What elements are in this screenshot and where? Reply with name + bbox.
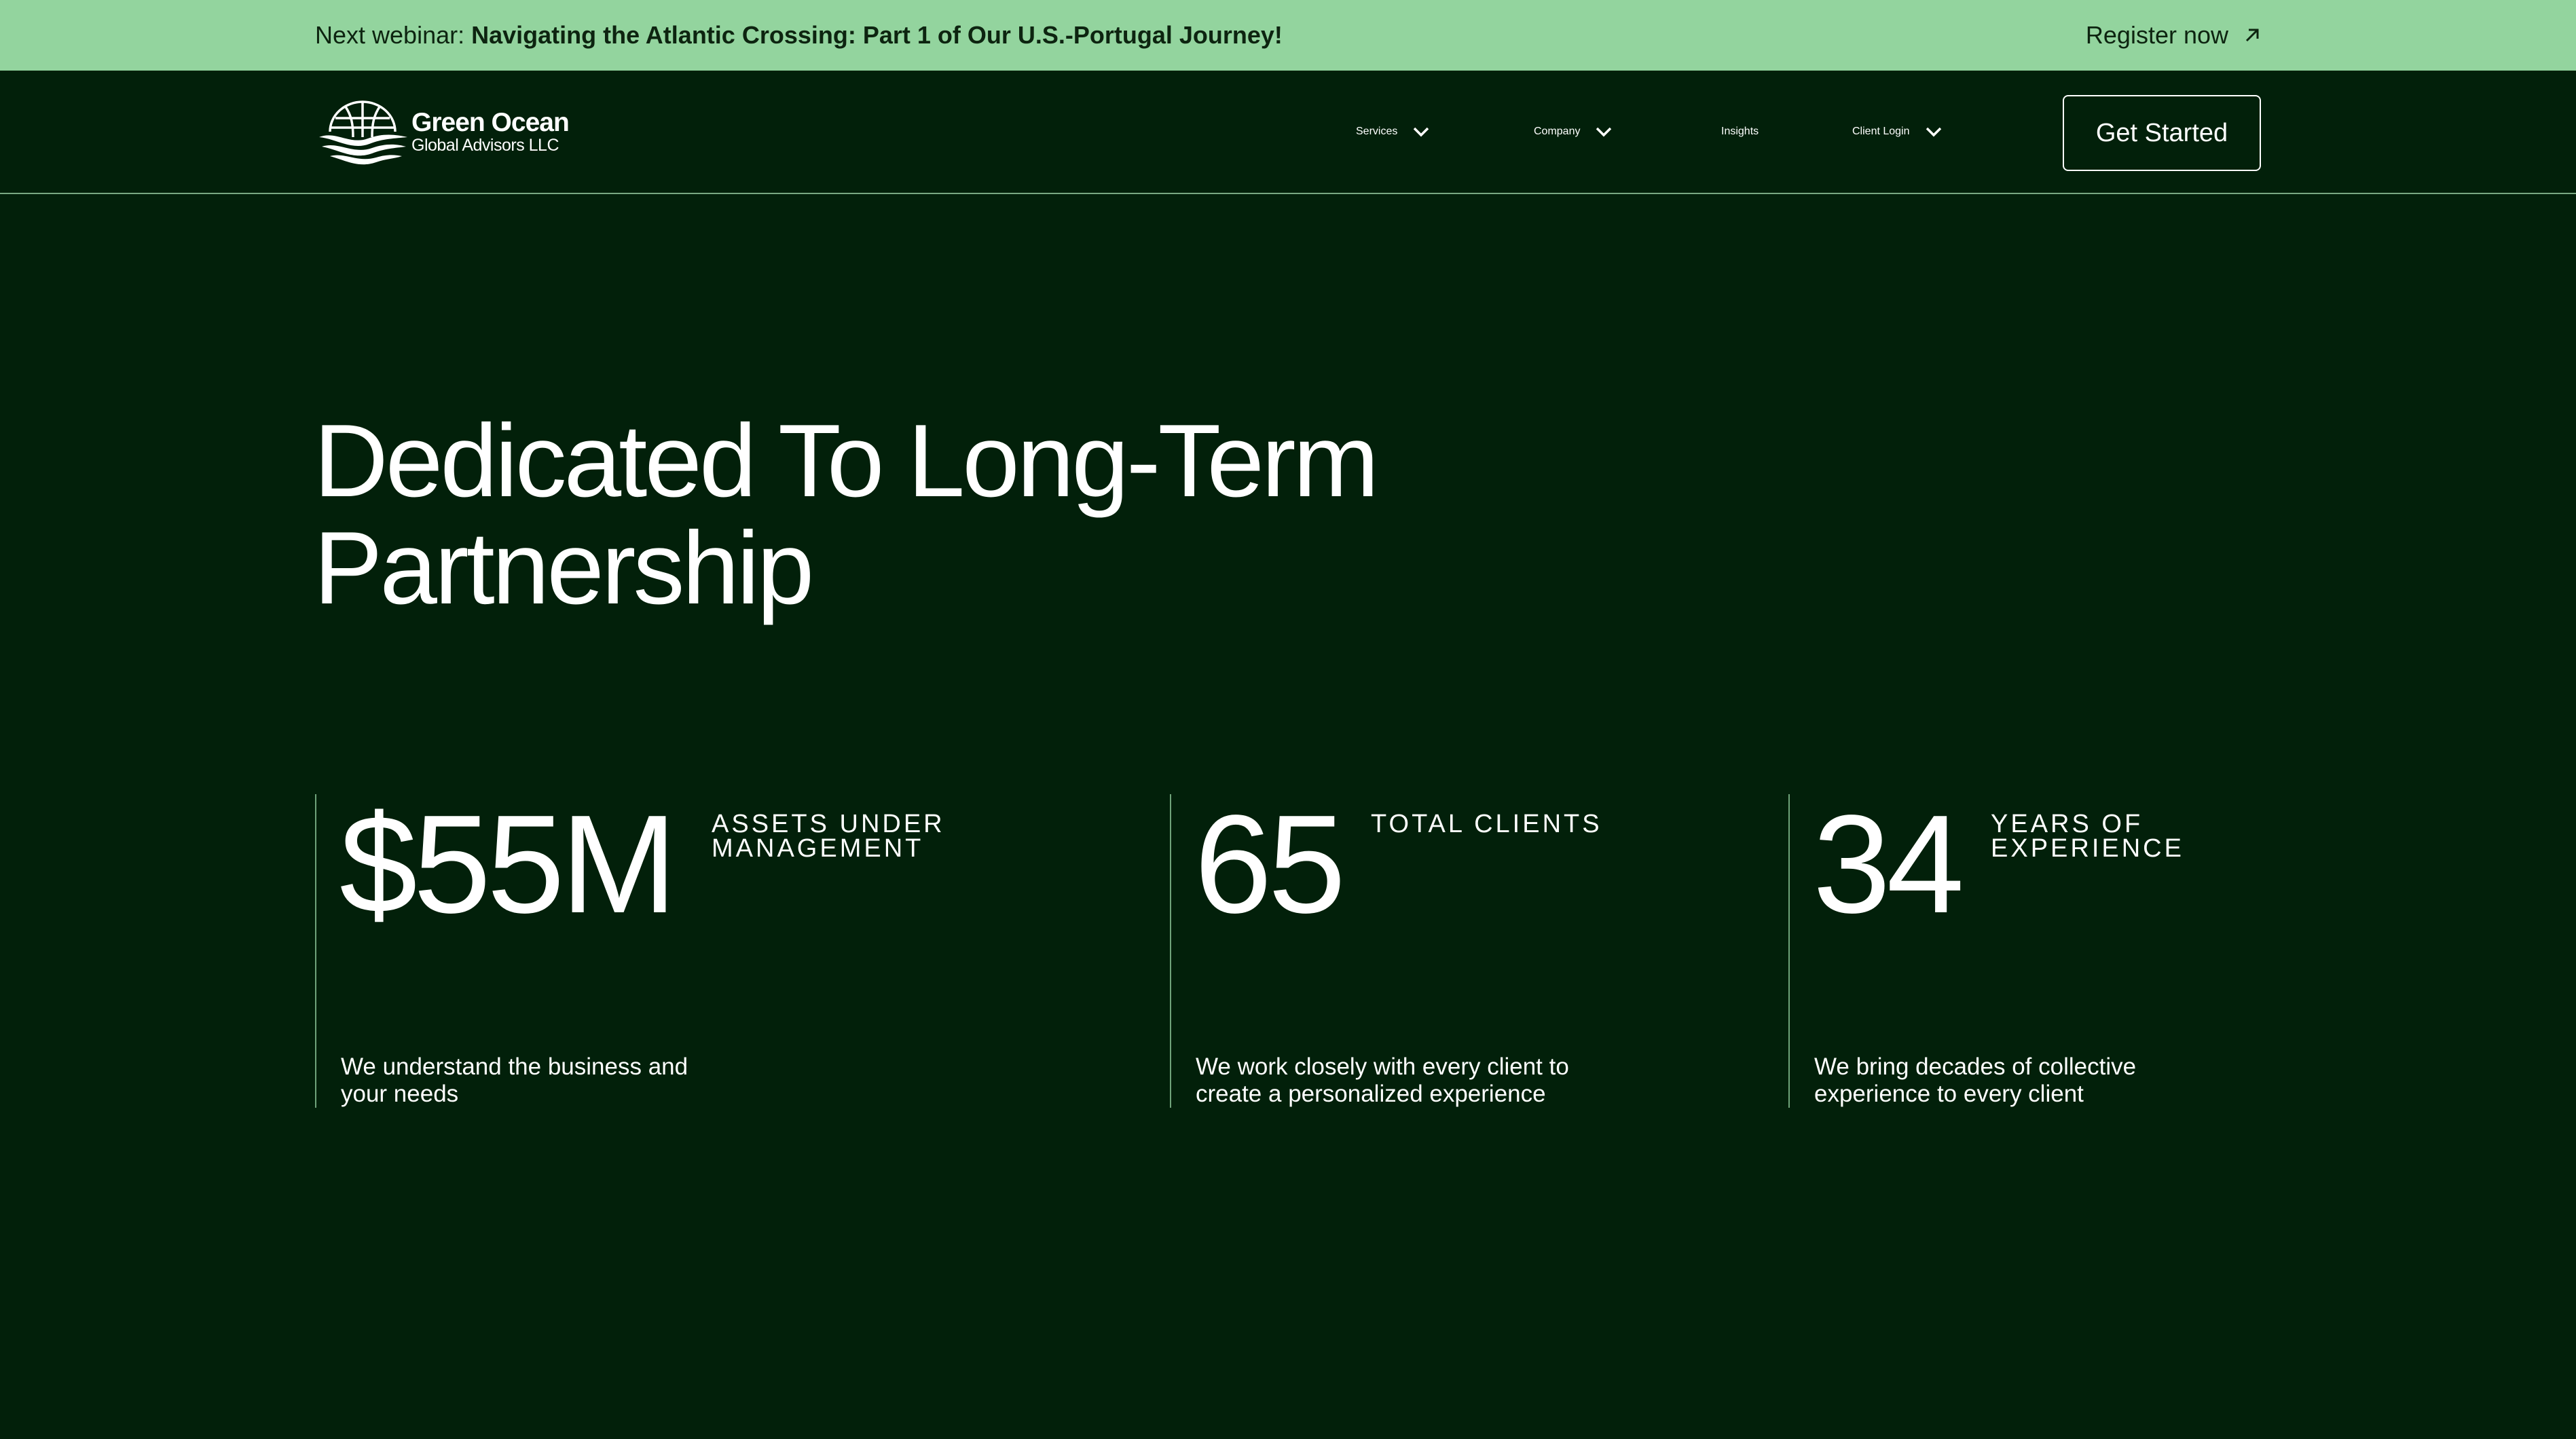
stat-value: $55M: [339, 786, 677, 942]
register-now-link[interactable]: Register now: [2086, 0, 2261, 71]
nav-item-insights[interactable]: Insights: [1721, 71, 1759, 193]
register-now-label: Register now: [2085, 21, 2228, 49]
stat-description-line-1: We understand the business and: [341, 1053, 688, 1080]
stat-caption: YEARS OF EXPERIENCE: [1991, 811, 2184, 863]
nav-item-insights-label: Insights: [1721, 126, 1759, 137]
brand-wordmark: Green Ocean Global Advisors LLC: [411, 108, 570, 155]
stat-description-line-2: your needs: [341, 1081, 459, 1107]
hero-title-line-2: Partnership: [314, 510, 814, 626]
brand-subtitle: Global Advisors LLC: [411, 136, 559, 155]
arrow-up-right-icon: [2245, 29, 2259, 42]
main-navigation: Green Ocean Global Advisors LLC Services…: [0, 71, 2576, 194]
stat-description: We understand the business and your need…: [341, 1053, 748, 1108]
hero-title: Dedicated To Long-Term Partnership: [314, 407, 1536, 622]
announcement-text: Next webinar: Navigating the Atlantic Cr…: [315, 0, 1283, 71]
stat-total-clients: 65 TOTAL CLIENTS We work closely with ev…: [1170, 794, 1781, 1108]
nav-item-client-login[interactable]: Client Login: [1852, 71, 1943, 193]
nav-item-company-label: Company: [1534, 126, 1581, 137]
nav-item-services-label: Services: [1356, 126, 1398, 137]
nav-item-company[interactable]: Company: [1534, 71, 1613, 193]
stat-description-line-1: We bring decades of collective: [1814, 1053, 2137, 1080]
globe-waves-logo-icon: [319, 100, 407, 165]
stat-description: We work closely with every client to cre…: [1196, 1053, 1603, 1108]
stat-value: 34: [1813, 786, 1964, 942]
brand-name: Green Ocean: [411, 108, 570, 137]
chevron-down-icon: [1596, 127, 1612, 137]
hero-title-line-1: Dedicated To Long-Term: [314, 403, 1379, 519]
stat-caption: TOTAL CLIENTS: [1371, 810, 1602, 838]
get-started-button[interactable]: Get Started: [2063, 95, 2261, 171]
chevron-down-icon: [1926, 127, 1941, 137]
stat-caption-line-2: MANAGEMENT: [712, 834, 924, 863]
stat-assets-under-management: $55M ASSETS UNDER MANAGEMENT We understa…: [315, 794, 1130, 1108]
stat-caption-line-2: EXPERIENCE: [1991, 834, 2184, 863]
stat-description-line-1: We work closely with every client to: [1196, 1053, 1569, 1080]
stat-caption: ASSETS UNDER MANAGEMENT: [712, 811, 945, 863]
announcement-prefix: Next webinar:: [315, 21, 472, 49]
nav-item-services[interactable]: Services: [1356, 71, 1430, 193]
stat-years-of-experience: 34 YEARS OF EXPERIENCE We bring decades …: [1788, 794, 2399, 1108]
stat-caption-line-1: TOTAL CLIENTS: [1371, 810, 1602, 838]
brand-logo[interactable]: Green Ocean Global Advisors LLC: [315, 98, 570, 166]
stat-description-line-2: create a personalized experience: [1196, 1081, 1546, 1107]
stat-value: 65: [1194, 786, 1346, 942]
announcement-title[interactable]: Navigating the Atlantic Crossing: Part 1…: [471, 21, 1283, 49]
stat-description-line-2: experience to every client: [1814, 1081, 2084, 1107]
stat-description: We bring decades of collective experienc…: [1814, 1053, 2222, 1108]
announcement-bar: Next webinar: Navigating the Atlantic Cr…: [0, 0, 2576, 71]
nav-item-client-login-label: Client Login: [1852, 126, 1910, 137]
chevron-down-icon: [1414, 127, 1429, 137]
